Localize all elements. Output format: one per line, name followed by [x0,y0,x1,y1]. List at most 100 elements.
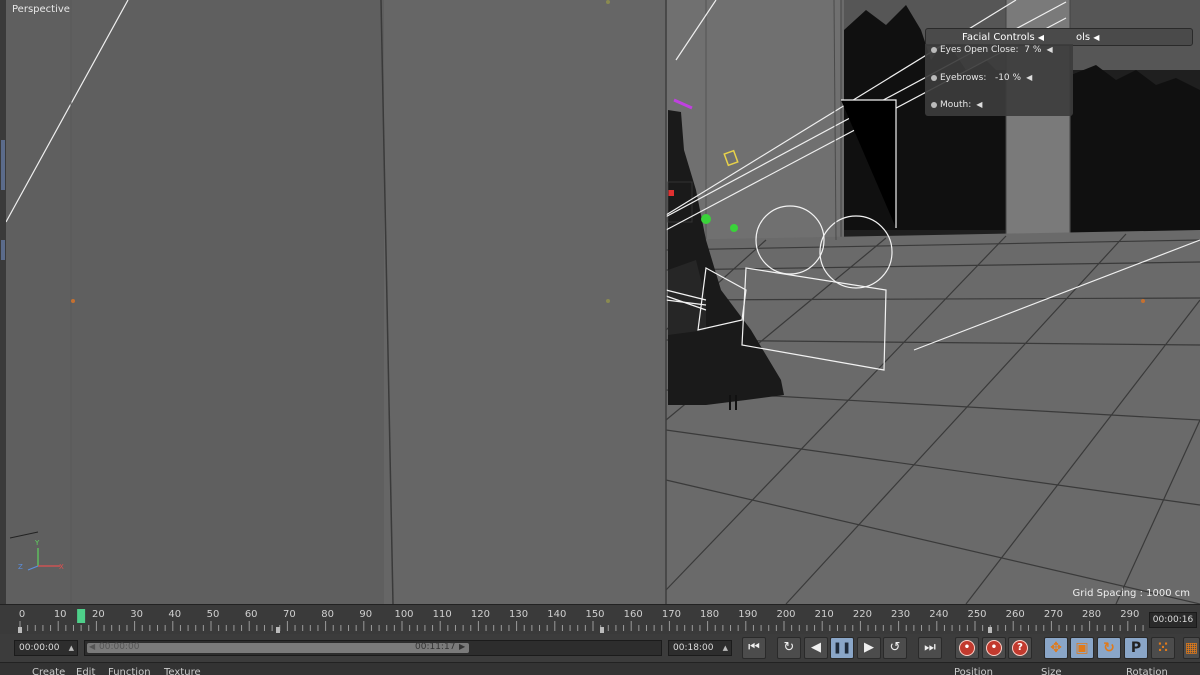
spin-arrows-icon[interactable]: ▲ [69,641,74,655]
next-frame-button[interactable]: ▶ [857,637,881,659]
prev-frame-button[interactable]: ◀ [804,637,828,659]
ruler-tick-label: 220 [852,609,872,620]
preview-range-slider[interactable]: ◀ 00:00:00 00:11:17 ▶ [84,640,662,656]
menu-function[interactable]: Function [108,667,151,675]
skip-end-icon: ⏭ [924,640,936,655]
ruler-tick-label: 180 [700,609,720,620]
preview-range-fill[interactable] [87,643,469,653]
autokey-icon: • [986,640,1002,656]
slider-label: Eyes Open Close: [940,45,1019,55]
ruler-tick-label: 130 [509,609,529,620]
ruler-tick-label: 290 [1120,609,1140,620]
end-time-value: 00:18:00 [673,643,714,653]
go-to-start-button[interactable]: ⏮ [742,637,766,659]
autokeying-button[interactable]: • [982,637,1006,659]
slider-arrow-icon[interactable]: ◀ [1026,73,1032,82]
record-active-objects-button[interactable]: • [955,637,979,659]
ruler-tick-label: 200 [776,609,796,620]
prev-keyframe-button[interactable]: ↻ [777,637,801,659]
next-keyframe-button[interactable]: ↺ [883,637,907,659]
coord-header-size: Size [1041,667,1062,675]
ruler-tick-label: 160 [623,609,643,620]
slider-eyes-open-close[interactable]: Eyes Open Close: 7 % ◀ [931,45,1053,55]
record-icon: • [959,640,975,656]
ruler-tick-label: 240 [929,609,949,620]
ruler-tick-label: 70 [283,609,296,620]
spin-arrows-icon[interactable]: ▲ [723,641,728,655]
slider-label: Eyebrows: [940,73,987,83]
range-start-value: 00:00:00 [99,642,140,652]
move-icon: ✥ [1050,640,1062,656]
ruler-tick-label: 40 [168,609,182,620]
transport-bar: 00:00:00 ▲ ◀ 00:00:00 00:11:17 ▶ 00:18:00… [0,634,1200,662]
slider-dot-icon [931,46,937,53]
menu-edit[interactable]: Edit [76,667,95,675]
slider-value: 7 % [1024,45,1042,55]
keyframe-handle[interactable] [276,627,280,633]
prev-key-icon: ↻ [783,640,795,655]
keyframe-handle[interactable] [988,627,992,633]
slider-dot-icon [931,101,937,108]
ruler-tick-label: 230 [891,609,911,620]
ruler-tick-label: 50 [206,609,220,620]
record-parameter-button[interactable]: P [1124,637,1148,659]
viewport-label: Perspective [12,4,70,15]
slider-arrow-icon[interactable]: ◀ [1046,45,1052,54]
ruler-tick-label: 80 [321,609,334,620]
ruler-tick-label: 260 [1005,609,1025,620]
axis-y-label: Y [35,539,40,547]
axis-x-label: X [59,563,64,571]
ruler-tick-label: 10 [53,609,67,620]
ruler-tick-label: 140 [547,609,567,620]
rotate-icon: ↻ [1103,640,1115,656]
ruler-tick-label: 190 [738,609,758,620]
go-to-end-button[interactable]: ⏭ [918,637,942,659]
start-time-value: 00:00:00 [19,643,60,653]
slider-mouth[interactable]: Mouth: ◀ [931,100,982,110]
end-time-field[interactable]: 00:18:00 ▲ [668,640,732,656]
keyframe-handle[interactable] [600,627,604,633]
menu-create[interactable]: Create [32,667,65,675]
coord-header-rotation: Rotation [1126,667,1168,675]
slider-arrow-icon[interactable]: ◀ [976,100,982,109]
pause-icon: ❚❚ [832,641,852,654]
scale-icon: ▣ [1075,640,1089,656]
facial-controls-title: Facial Controls ◀ [962,32,1045,43]
record-rotation-button[interactable]: ↻ [1097,637,1121,659]
coord-header-position: Position [954,667,993,675]
ruler-tick-label: 150 [585,609,605,620]
prev-frame-icon: ◀ [811,640,821,655]
axis-z-label: Z [18,563,23,571]
timeline-ruler[interactable]: 0 10 20 30 40 50 60 70 80 90 100 110 120 130 140 150 160… [0,604,1200,634]
range-left-arrow-icon[interactable]: ◀ [89,642,95,651]
grid-spacing-label: Grid Spacing : 1000 cm [1072,588,1190,599]
pla-dots-icon: ⁙ [1157,640,1169,656]
ruler-tick-label: 0 [18,609,26,620]
ruler-tick-label: 100 [394,609,414,620]
record-position-button[interactable]: ✥ [1044,637,1068,659]
menu-texture[interactable]: Texture [164,667,201,675]
slider-eyebrows[interactable]: Eyebrows: -10 % ◀ [931,73,1032,83]
keyframe-handle[interactable] [18,627,22,633]
ruler-tick-label: 170 [661,609,681,620]
start-time-field[interactable]: 00:00:00 ▲ [14,640,78,656]
range-right-arrow-icon[interactable]: ▶ [459,642,465,651]
current-frame-marker[interactable] [77,609,86,623]
pause-button[interactable]: ❚❚ [830,637,854,659]
ruler-tick-label: 210 [814,609,834,620]
material-manager-menubar: Create Edit Function Texture Position Si… [0,662,1200,675]
facial-controls-panel[interactable]: Facial Controls ◀ ols ◀ Eyes Open Close:… [925,28,1193,116]
record-pla-button[interactable]: ⁙ [1151,637,1175,659]
timeline-layout-button[interactable]: ▦ [1183,637,1200,659]
keyframe-selection-button[interactable]: ? [1008,637,1032,659]
skip-start-icon: ⏮ [748,640,760,655]
keyframe-help-icon: ? [1012,640,1028,656]
ruler-tick-label: 250 [967,609,987,620]
ruler-tick-label: 20 [92,609,105,620]
ruler-tick-label: 120 [470,609,490,620]
ruler-tick-label: 110 [432,609,452,620]
ruler-tick-label: 30 [130,609,143,620]
record-scale-button[interactable]: ▣ [1070,637,1094,659]
ruler-tick-label: 280 [1082,609,1102,620]
ruler-tick-label: 90 [359,609,373,620]
